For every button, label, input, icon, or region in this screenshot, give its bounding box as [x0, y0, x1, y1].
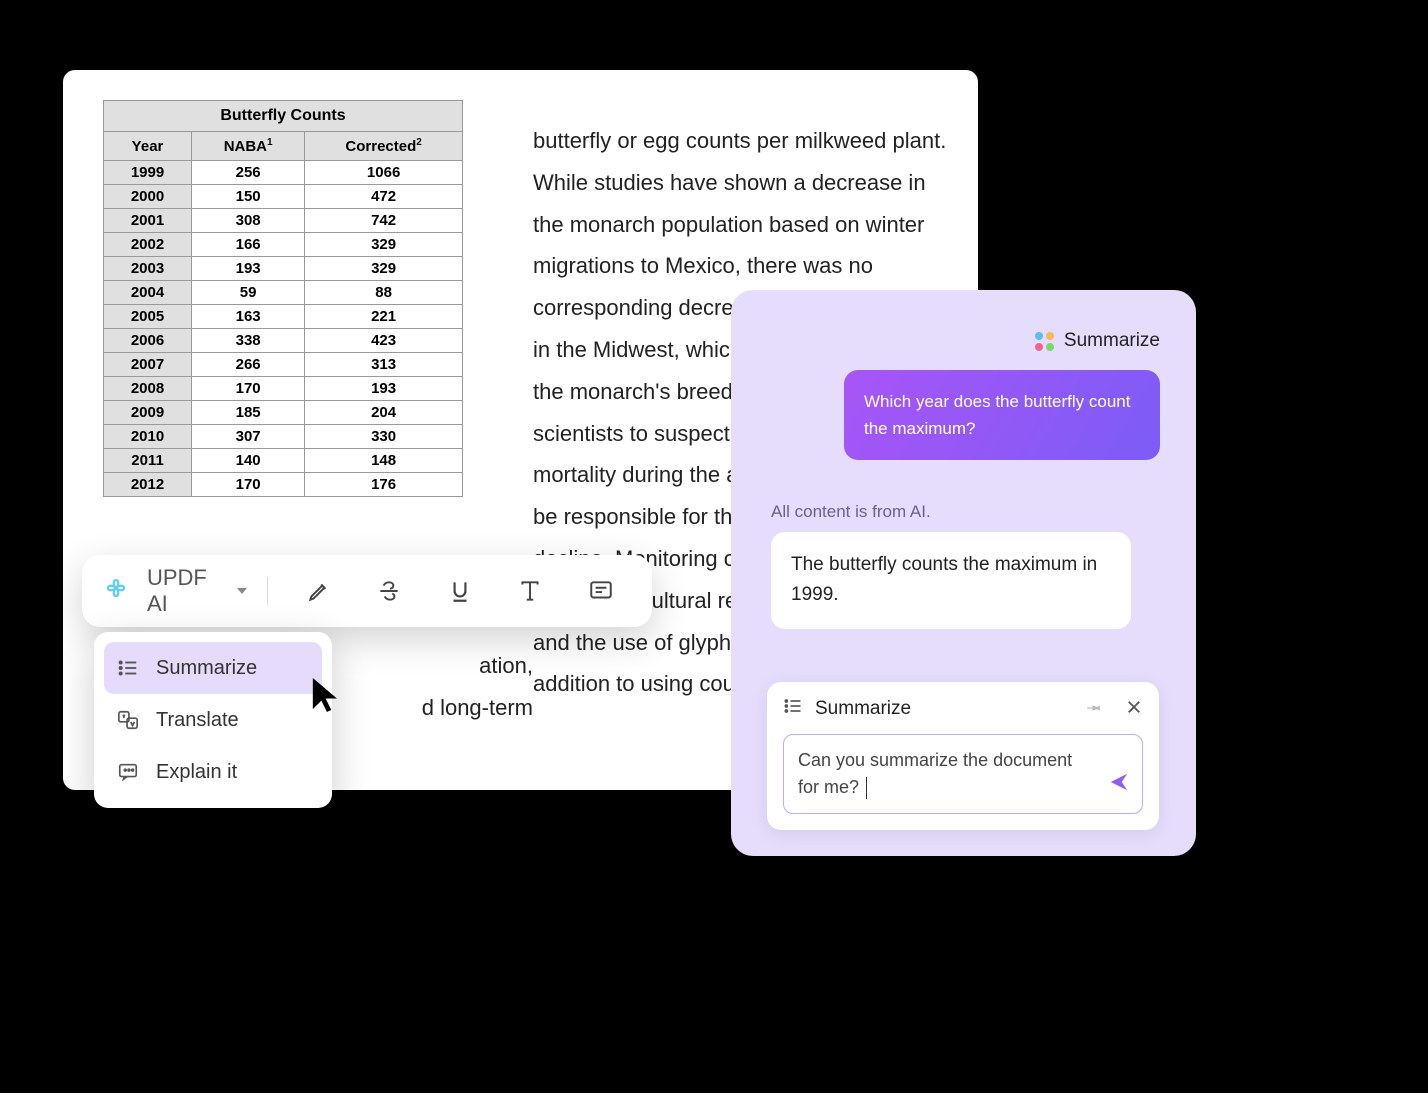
table-row: 2008170193 — [104, 377, 463, 401]
close-icon[interactable] — [1125, 698, 1143, 721]
menu-label: Translate — [156, 709, 239, 732]
table-row: 2001308742 — [104, 209, 463, 233]
list-icon — [116, 656, 140, 680]
ai-message-bubble: The butterfly counts the maximum in 1999… — [771, 532, 1131, 629]
strikethrough-icon[interactable] — [368, 569, 410, 613]
ai-toolbar: UPDF AI — [82, 555, 652, 627]
table-row: 2007266313 — [104, 353, 463, 377]
table-row: 2005163221 — [104, 305, 463, 329]
translate-icon — [116, 708, 140, 732]
chat-input-area: Summarize Can you summarize the document… — [767, 682, 1159, 830]
chat-header-label: Summarize — [1064, 330, 1160, 352]
highlighter-icon[interactable] — [298, 569, 340, 613]
chevron-down-icon — [237, 588, 247, 594]
input-mode-label[interactable]: Summarize — [815, 698, 911, 720]
ai-context-menu: Summarize Translate Explain it — [94, 632, 332, 808]
app-dots-icon — [1035, 332, 1054, 351]
underline-icon[interactable] — [439, 569, 481, 613]
list-icon — [783, 696, 803, 722]
text-cursor — [866, 777, 867, 799]
menu-item-translate[interactable]: Translate — [104, 694, 322, 746]
table-row: 2006338423 — [104, 329, 463, 353]
table-row: 2000150472 — [104, 185, 463, 209]
ai-chat-panel: Summarize Which year does the butterfly … — [731, 290, 1196, 856]
table-title: Butterfly Counts — [103, 100, 463, 131]
document-body-text-fragment: ation, d long-term — [338, 645, 533, 729]
menu-item-explain[interactable]: Explain it — [104, 746, 322, 798]
butterfly-counts-table: Butterfly Counts Year NABA1 Corrected2 1… — [103, 100, 463, 497]
table-row: 2010307330 — [104, 425, 463, 449]
updf-ai-dropdown[interactable]: UPDF AI — [147, 565, 247, 617]
table-row: 2003193329 — [104, 257, 463, 281]
col-corrected: Corrected2 — [305, 132, 463, 161]
chat-input[interactable]: Can you summarize the document for me? — [783, 734, 1143, 814]
explain-icon — [116, 760, 140, 784]
send-button[interactable] — [1108, 771, 1130, 801]
table-row: 20045988 — [104, 281, 463, 305]
user-message-bubble: Which year does the butterfly count the … — [844, 370, 1160, 460]
chat-header: Summarize — [1035, 330, 1160, 352]
comment-icon[interactable] — [580, 569, 622, 613]
col-naba: NABA1 — [192, 132, 305, 161]
menu-item-summarize[interactable]: Summarize — [104, 642, 322, 694]
table-row: 2002166329 — [104, 233, 463, 257]
table-row: 19992561066 — [104, 161, 463, 185]
updf-logo-icon — [102, 576, 131, 606]
col-year: Year — [104, 132, 192, 161]
mouse-cursor-icon — [310, 675, 344, 720]
table-row: 2011140148 — [104, 449, 463, 473]
table-row: 2012170176 — [104, 473, 463, 497]
text-icon[interactable] — [509, 569, 551, 613]
table-row: 2009185204 — [104, 401, 463, 425]
divider — [267, 577, 268, 605]
menu-label: Explain it — [156, 761, 237, 784]
menu-label: Summarize — [156, 657, 257, 680]
ai-source-note: All content is from AI. — [771, 502, 931, 522]
pin-icon[interactable] — [1085, 698, 1103, 721]
